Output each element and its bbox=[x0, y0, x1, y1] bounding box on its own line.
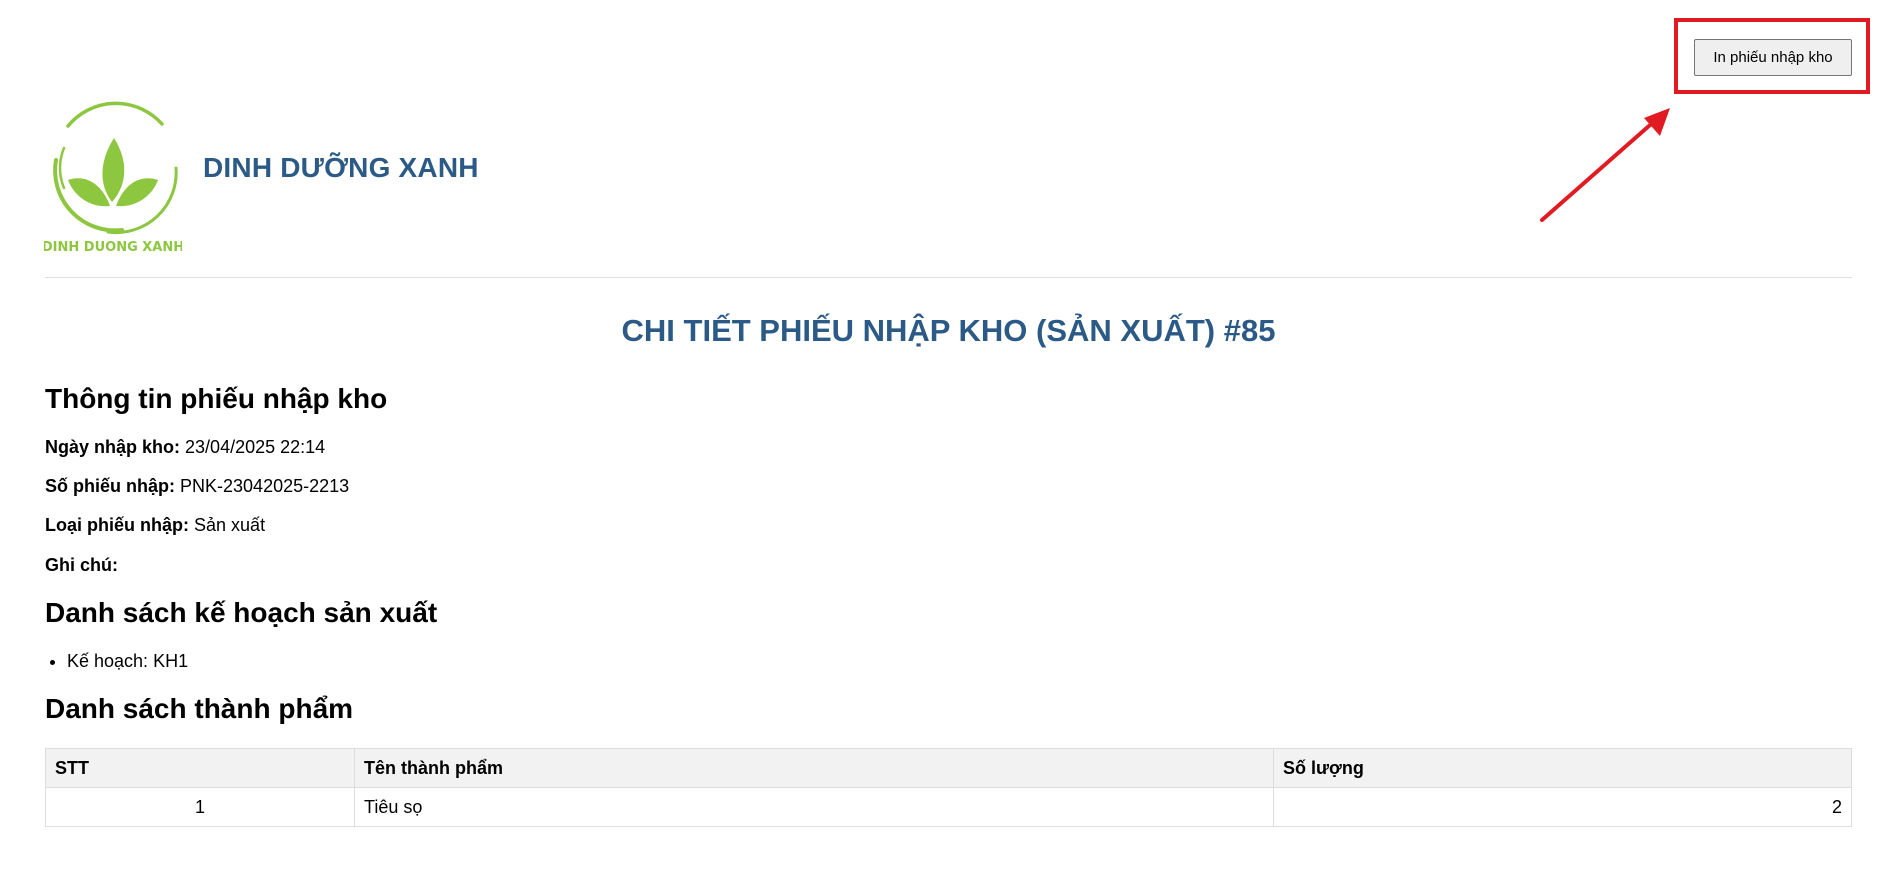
highlight-annotation-box bbox=[1674, 18, 1870, 94]
logo-text: DINH DUONG XANH bbox=[44, 240, 182, 254]
info-receipt-no-row: Số phiếu nhập: PNK-23042025-2213 bbox=[45, 476, 349, 497]
info-receipt-no-label: Số phiếu nhập: bbox=[45, 476, 175, 496]
info-date-label: Ngày nhập kho: bbox=[45, 437, 181, 457]
brand-logo: DINH DUONG XANH bbox=[44, 101, 182, 254]
page-title: CHI TIẾT PHIẾU NHẬP KHO (SẢN XUẤT) #85 bbox=[621, 313, 1276, 348]
column-header-stt: STT bbox=[45, 748, 355, 788]
column-header-quantity: Số lượng bbox=[1273, 748, 1852, 788]
table-header-row: STT Tên thành phẩm Số lượng bbox=[45, 748, 1852, 788]
annotation-arrow-icon bbox=[1540, 108, 1670, 222]
products-table: STT Tên thành phẩm Số lượng 1 Tiêu sọ 2 bbox=[45, 748, 1852, 827]
info-type-value: Sản xuất bbox=[194, 515, 266, 535]
cell-stt: 1 bbox=[45, 787, 355, 827]
header-divider bbox=[45, 277, 1852, 278]
plans-section-heading: Danh sách kế hoạch sản xuất bbox=[45, 597, 438, 628]
info-date-value: 23/04/2025 22:14 bbox=[185, 437, 326, 457]
table-row: 1 Tiêu sọ 2 bbox=[45, 787, 1852, 827]
info-date-row: Ngày nhập kho: 23/04/2025 22:14 bbox=[45, 437, 325, 458]
brand-name: DINH DƯỠNG XANH bbox=[203, 152, 479, 183]
cell-quantity: 2 bbox=[1273, 787, 1852, 827]
info-type-label: Loại phiếu nhập: bbox=[45, 515, 189, 535]
info-receipt-no-value: PNK-23042025-2213 bbox=[180, 476, 350, 496]
column-header-name: Tên thành phẩm bbox=[354, 748, 1274, 788]
plan-list: Kế hoạch: KH1 bbox=[45, 651, 188, 672]
info-type-row: Loại phiếu nhập: Sản xuất bbox=[45, 515, 265, 536]
list-item: Kế hoạch: KH1 bbox=[67, 651, 188, 672]
info-note-row: Ghi chú: bbox=[45, 555, 118, 576]
products-section-heading: Danh sách thành phẩm bbox=[45, 693, 354, 724]
info-section-heading: Thông tin phiếu nhập kho bbox=[45, 383, 388, 414]
cell-name: Tiêu sọ bbox=[354, 787, 1274, 827]
info-note-label: Ghi chú: bbox=[45, 555, 118, 575]
